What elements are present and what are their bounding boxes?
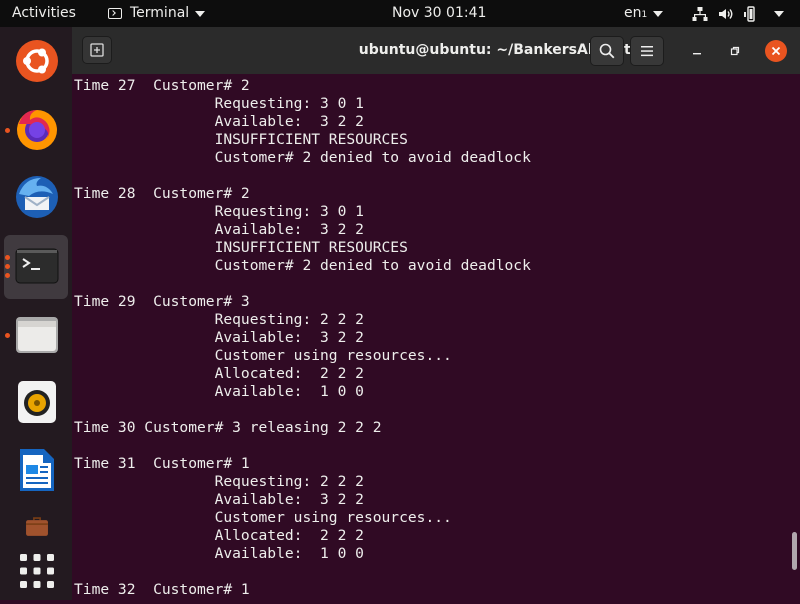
search-button[interactable] (590, 36, 624, 66)
files-icon (16, 317, 58, 353)
language-indicator[interactable]: en 1 (624, 0, 664, 27)
running-indicator (5, 264, 10, 269)
terminal-line: Available: 3 2 2 (74, 113, 364, 130)
terminal-line: Allocated: 2 2 2 (74, 365, 364, 382)
terminal-icon (15, 248, 59, 284)
terminal-line: Customer using resources... (74, 347, 452, 364)
dock-item-firefox[interactable] (4, 98, 68, 162)
terminal-line: Requesting: 3 0 1 (74, 203, 364, 220)
dock-item-libreoffice-writer[interactable] (4, 439, 68, 503)
terminal-line: Customer using resources... (74, 509, 452, 526)
terminal-line: Available: 1 0 0 (74, 383, 364, 400)
dock-item-thunderbird[interactable] (4, 166, 68, 230)
terminal-line: Requesting: 2 2 2 (74, 473, 364, 490)
terminal-line: Available: 3 2 2 (74, 491, 364, 508)
app-menu-terminal[interactable]: Terminal (108, 0, 206, 27)
thunderbird-icon (16, 176, 58, 218)
terminal-line: Customer# 2 denied to avoid deadlock (74, 257, 531, 274)
clock[interactable]: Nov 30 01:41 (392, 0, 486, 27)
search-icon (599, 43, 615, 59)
terminal-line: Requesting: 3 0 1 (74, 95, 364, 112)
terminal-line: Available: 3 2 2 (74, 329, 364, 346)
dock (0, 27, 73, 600)
app-grid-icon (20, 554, 54, 588)
hamburger-icon (641, 46, 653, 57)
scrollbar-thumb[interactable] (792, 532, 797, 570)
terminal-line: Available: 1 0 0 (74, 545, 364, 562)
app-menu-label: Terminal (130, 5, 190, 21)
terminal-line: Time 30 Customer# 3 releasing 2 2 2 (74, 419, 382, 436)
terminal-headerbar: ubuntu@ubuntu: ~/BankersAlgorithm (72, 27, 800, 75)
terminal-output[interactable]: Time 27 Customer# 2 Requesting: 3 0 1 Av… (72, 74, 789, 600)
terminal-line: Time 32 Customer# 1 (74, 581, 250, 598)
briefcase-icon (26, 517, 48, 536)
hamburger-menu-button[interactable] (630, 36, 664, 66)
minimize-icon (693, 53, 701, 55)
chevron-down-icon (653, 10, 664, 17)
system-menu[interactable] (692, 0, 784, 27)
activities-button[interactable]: Activities (12, 0, 76, 27)
terminal-line: Requesting: 2 2 2 (74, 311, 364, 328)
chevron-down-icon (774, 10, 784, 17)
dock-item-ubuntu-software[interactable] (4, 30, 68, 94)
terminal-line: Allocated: 2 2 2 (74, 527, 364, 544)
volume-icon (719, 8, 733, 19)
language-sub-label: 1 (641, 10, 648, 20)
terminal-line: INSUFFICIENT RESOURCES (74, 239, 408, 256)
battery-icon (744, 5, 755, 22)
terminal-line: INSUFFICIENT RESOURCES (74, 131, 408, 148)
minimize-button[interactable] (686, 40, 708, 62)
running-indicator (5, 333, 10, 338)
terminal-line: Time 31 Customer# 1 (74, 455, 250, 472)
terminal-line: Available: 3 2 2 (74, 221, 364, 238)
dock-item-rhythmbox[interactable] (4, 371, 68, 435)
top-bar: Activities Terminal Nov 30 01:41 en 1 (0, 0, 800, 27)
maximize-button[interactable] (724, 40, 746, 62)
writer-icon (20, 449, 54, 491)
ubuntu-software-icon (16, 40, 58, 82)
speaker-icon (18, 381, 56, 423)
terminal-line: Time 27 Customer# 2 (74, 77, 250, 94)
restore-icon (730, 46, 740, 56)
network-wired-icon (692, 6, 708, 21)
firefox-icon (17, 110, 57, 150)
close-icon (771, 46, 781, 56)
show-applications-button[interactable] (4, 540, 68, 604)
close-button[interactable] (765, 40, 787, 62)
dock-item-files[interactable] (4, 303, 68, 367)
chevron-down-icon (195, 10, 206, 17)
terminal-icon (108, 8, 122, 19)
terminal-line: Customer# 2 denied to avoid deadlock (74, 149, 531, 166)
dock-item-terminal[interactable] (4, 235, 68, 299)
terminal-scrollbar[interactable] (789, 74, 800, 600)
running-indicator (5, 128, 10, 133)
running-indicator (5, 273, 10, 278)
running-indicator (5, 255, 10, 260)
language-label: en (624, 5, 642, 21)
terminal-line: Time 28 Customer# 2 (74, 185, 250, 202)
terminal-line: Time 29 Customer# 3 (74, 293, 250, 310)
